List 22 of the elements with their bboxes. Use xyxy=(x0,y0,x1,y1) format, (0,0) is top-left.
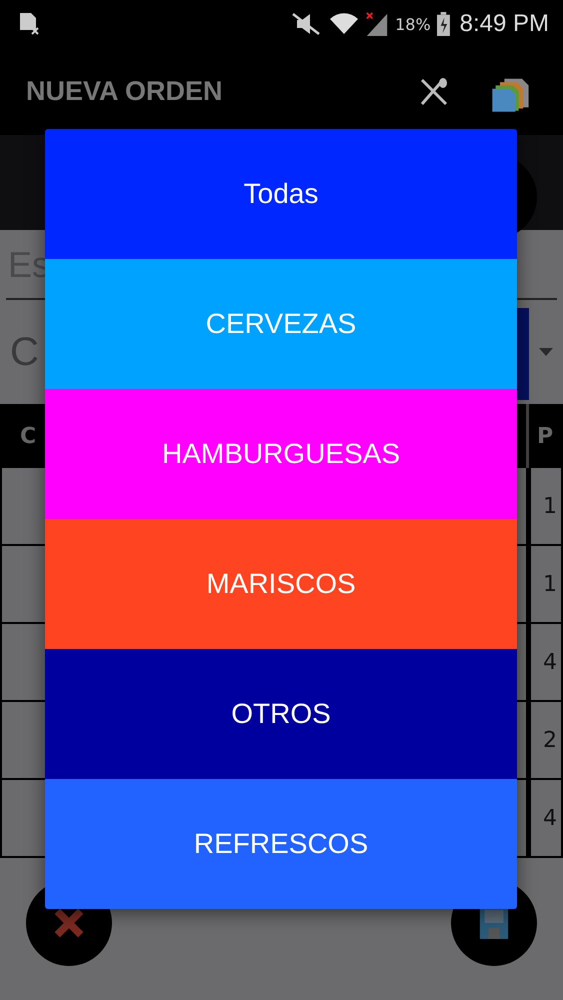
dropdown-caret-icon[interactable] xyxy=(539,348,553,356)
category-option[interactable]: REFRESCOS xyxy=(45,779,517,909)
category-option[interactable]: Todas xyxy=(45,129,517,259)
category-option[interactable]: CERVEZAS xyxy=(45,259,517,389)
battery-percent: 18% xyxy=(395,14,431,34)
table-cell: 4 xyxy=(528,624,563,702)
sim-card-icon xyxy=(18,12,40,36)
fork-spoon-icon[interactable] xyxy=(419,76,449,106)
table-cell: 1 xyxy=(528,468,563,546)
battery-icon xyxy=(436,12,450,36)
screen-title: NUEVA ORDEN xyxy=(26,76,224,107)
signal-icon xyxy=(365,12,390,36)
table-cell: 2 xyxy=(528,702,563,780)
category-option[interactable]: HAMBURGUESAS xyxy=(45,389,517,519)
close-icon xyxy=(53,907,85,939)
category-option[interactable]: MARISCOS xyxy=(45,519,517,649)
table-cell: 4 xyxy=(528,780,563,858)
category-option[interactable]: OTROS xyxy=(45,649,517,779)
table-cell: 1 xyxy=(528,546,563,624)
wifi-icon xyxy=(329,12,360,36)
column-header: P xyxy=(528,404,563,468)
clock: 8:49 PM xyxy=(460,10,549,38)
